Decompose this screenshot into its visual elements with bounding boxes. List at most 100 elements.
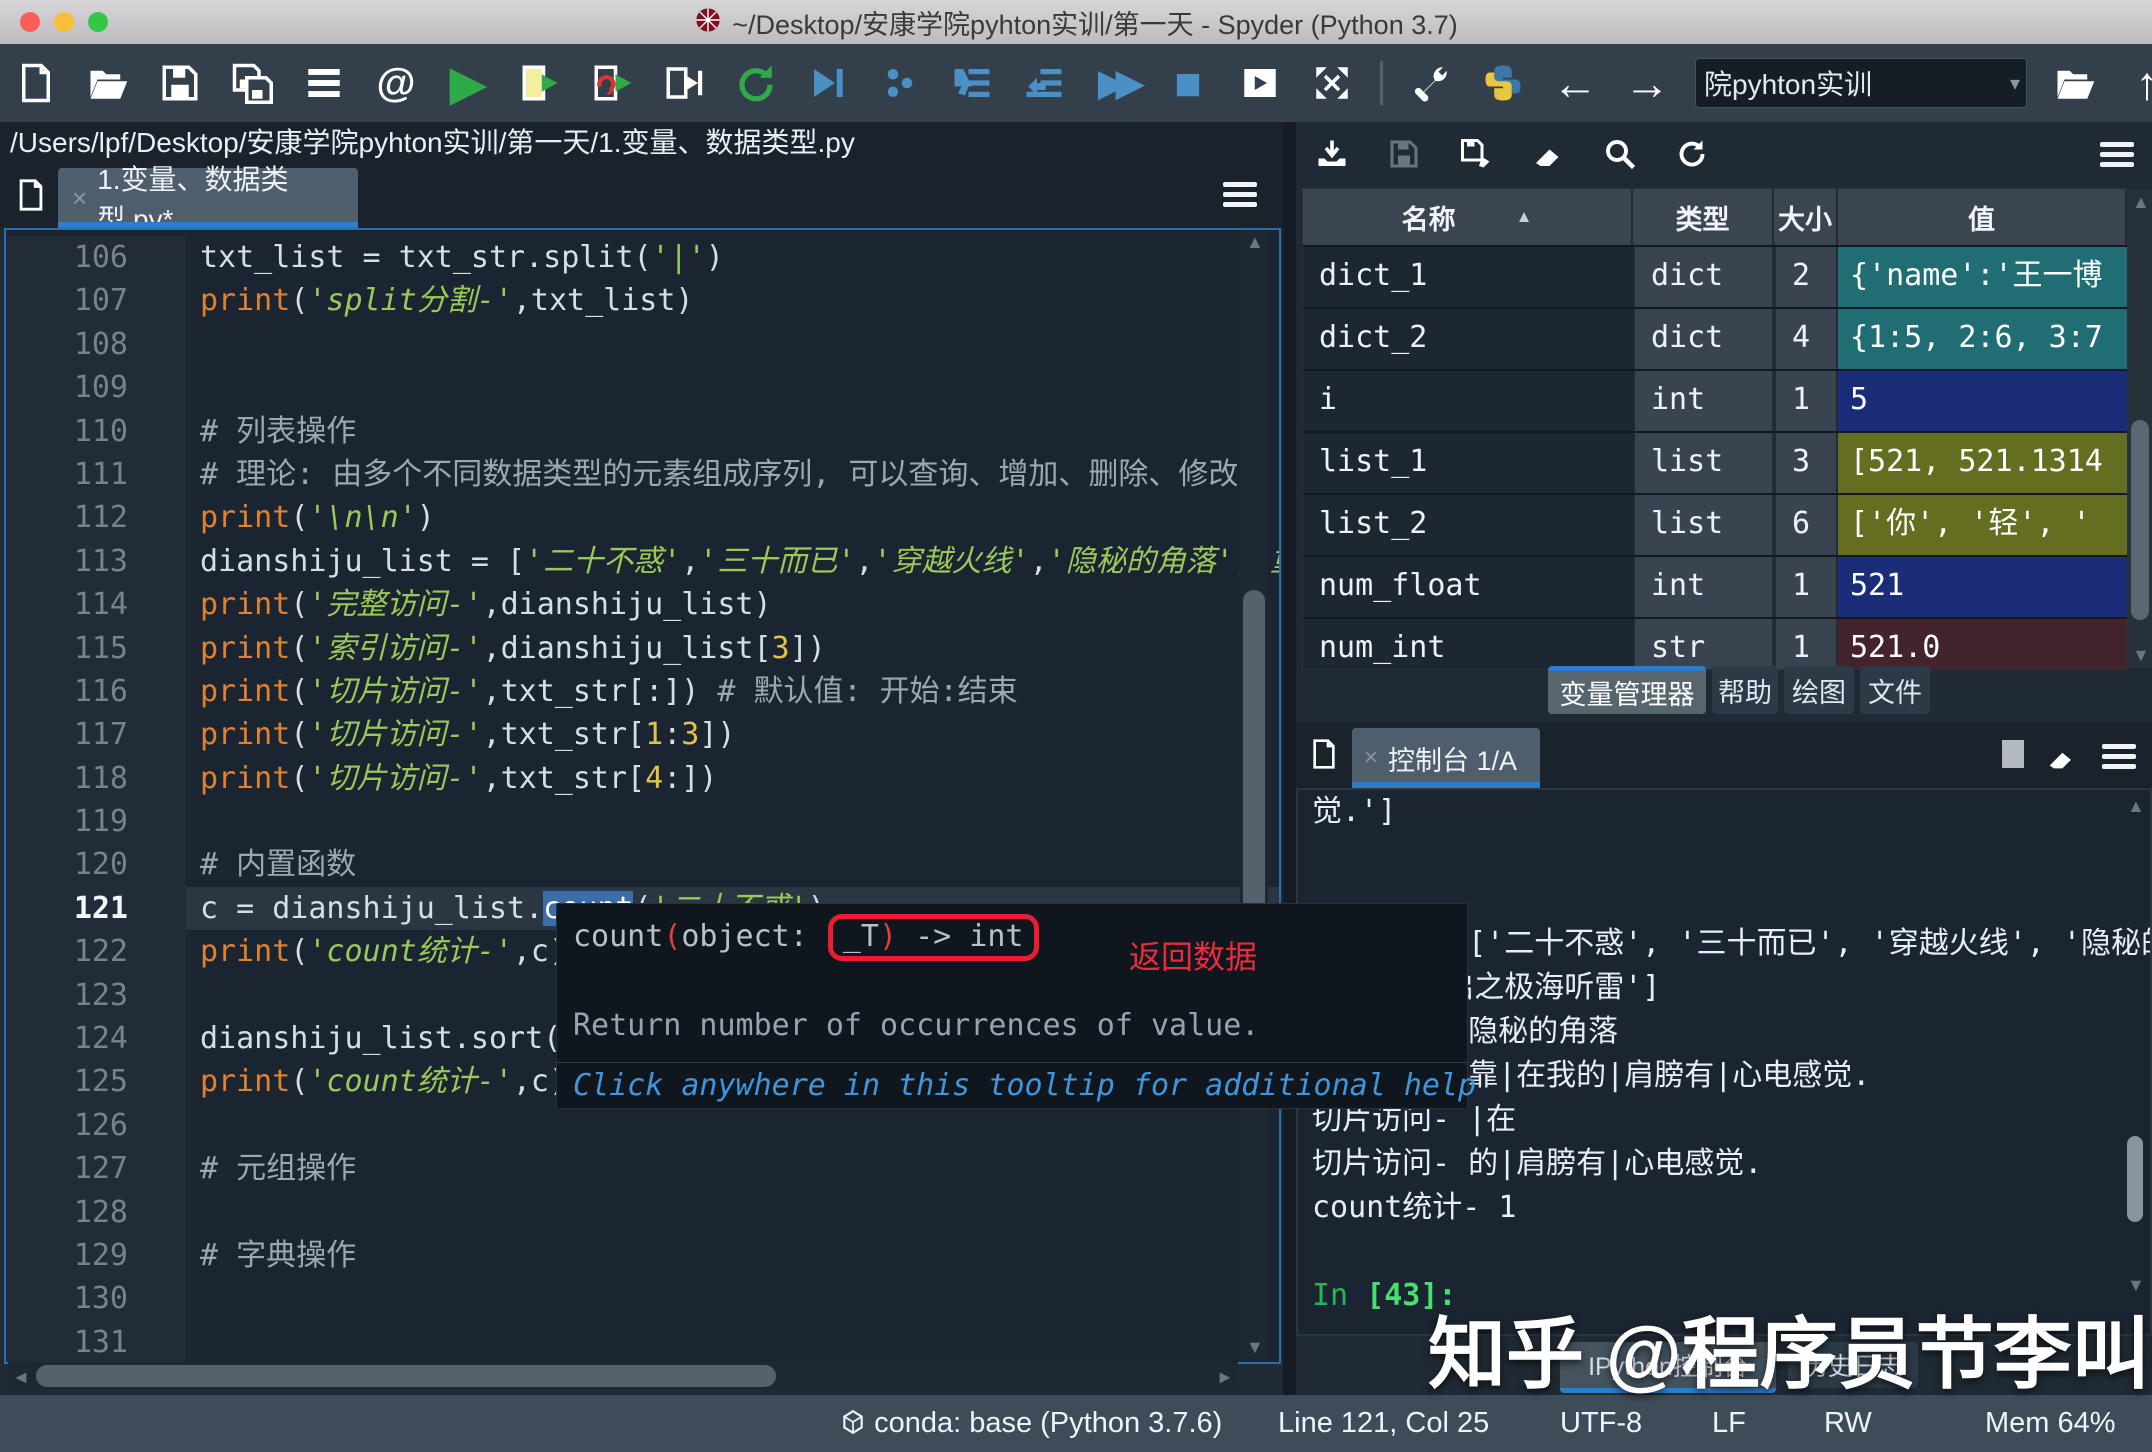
python-path-icon[interactable]: [1479, 55, 1527, 111]
scroll-down-icon[interactable]: ▼: [1246, 1337, 1264, 1358]
debug-step-icon[interactable]: [876, 55, 924, 111]
scroll-up-icon[interactable]: ▲: [2127, 796, 2145, 817]
variable-name-cell[interactable]: list_1: [1303, 433, 1633, 493]
variable-type-cell[interactable]: list: [1633, 495, 1774, 555]
variable-value-cell[interactable]: {'name':'王一博: [1838, 247, 2127, 307]
save-data-as-icon[interactable]: [1454, 130, 1498, 178]
console-scrollbar[interactable]: ▲ ▼: [2122, 796, 2148, 1296]
column-header-size[interactable]: 大小: [1774, 189, 1838, 245]
new-console-icon[interactable]: [1308, 738, 1340, 770]
scroll-right-icon[interactable]: ►: [1216, 1367, 1234, 1388]
variable-size-cell[interactable]: 2: [1774, 247, 1838, 307]
table-row[interactable]: num_floatint1521: [1303, 555, 2127, 617]
code-line-106[interactable]: 106txt_list = txt_str.split('|'): [6, 236, 1279, 279]
run-icon[interactable]: ▶: [444, 55, 492, 111]
restart-run-icon[interactable]: [732, 55, 780, 111]
open-dir-icon[interactable]: [2051, 55, 2099, 111]
fast-forward-icon[interactable]: ▶▶: [1092, 55, 1140, 111]
variable-name-cell[interactable]: i: [1303, 371, 1633, 431]
new-file-icon[interactable]: [12, 55, 60, 111]
code-line-112[interactable]: 112print('\n\n'): [6, 496, 1279, 539]
pane-splitter[interactable]: [1283, 122, 1296, 1395]
rerun-cell-icon[interactable]: [588, 55, 636, 111]
variable-type-cell[interactable]: list: [1633, 433, 1774, 493]
variable-scroll-thumb[interactable]: [2131, 420, 2149, 620]
find-symbols-icon[interactable]: @: [372, 55, 420, 111]
forward-arrow-icon[interactable]: →: [1623, 55, 1671, 111]
editor-horizontal-scrollbar[interactable]: ◄ ►: [8, 1362, 1238, 1390]
variable-size-cell[interactable]: 1: [1774, 557, 1838, 617]
code-line-114[interactable]: 114print('完整访问-',dianshiju_list): [6, 583, 1279, 626]
scroll-down-icon[interactable]: ▼: [2132, 645, 2150, 666]
tab-close-icon[interactable]: ×: [1364, 744, 1378, 772]
code-line-120[interactable]: 120# 内置函数: [6, 843, 1279, 886]
open-file-icon[interactable]: [84, 55, 132, 111]
remove-variables-icon[interactable]: [1526, 130, 1570, 178]
fullscreen-icon[interactable]: [1308, 55, 1356, 111]
variable-type-cell[interactable]: int: [1633, 371, 1774, 431]
debug-continue-icon[interactable]: [804, 55, 852, 111]
run-selection-icon[interactable]: [660, 55, 708, 111]
preferences-wrench-icon[interactable]: [1407, 55, 1455, 111]
table-row[interactable]: num_intstr1521.0: [1303, 617, 2127, 670]
variable-value-cell[interactable]: 521: [1838, 557, 2127, 617]
step-into-icon[interactable]: [948, 55, 996, 111]
code-line-119[interactable]: 119: [6, 800, 1279, 843]
variable-size-cell[interactable]: 4: [1774, 309, 1838, 369]
code-line-111[interactable]: 111# 理论: 由多个不同数据类型的元素组成序列, 可以查询、增加、删除、修改: [6, 453, 1279, 496]
editor-hscroll-thumb[interactable]: [36, 1365, 776, 1387]
variable-type-cell[interactable]: dict: [1633, 247, 1774, 307]
calltip-tooltip[interactable]: count(object: _T) -> int 返回数据 Return num…: [556, 903, 1468, 1109]
variable-value-cell[interactable]: {1:5, 2:6, 3:7: [1838, 309, 2127, 369]
table-row[interactable]: list_2list6['你', '轻', ': [1303, 493, 2127, 555]
variable-value-cell[interactable]: ['你', '轻', ': [1838, 495, 2127, 555]
code-line-110[interactable]: 110# 列表操作: [6, 410, 1279, 453]
search-variables-icon[interactable]: [1598, 130, 1642, 178]
variable-explorer-menu-icon[interactable]: [2100, 140, 2134, 170]
console-scroll-thumb[interactable]: [2127, 1136, 2143, 1222]
combo-dropdown-icon[interactable]: ▾: [2010, 71, 2020, 96]
variable-type-cell[interactable]: str: [1633, 619, 1774, 670]
editor-tab[interactable]: × 1.变量、数据类型.py*: [58, 168, 358, 228]
variable-name-cell[interactable]: dict_1: [1303, 247, 1633, 307]
scroll-left-icon[interactable]: ◄: [12, 1367, 30, 1388]
import-data-icon[interactable]: [1310, 130, 1354, 178]
variable-type-cell[interactable]: dict: [1633, 309, 1774, 369]
code-line-129[interactable]: 129# 字典操作: [6, 1234, 1279, 1277]
pane-tab-0[interactable]: 变量管理器: [1548, 666, 1706, 714]
column-header-name[interactable]: 名称▲: [1303, 189, 1633, 245]
tab-close-icon[interactable]: ×: [72, 183, 87, 214]
variable-name-cell[interactable]: list_2: [1303, 495, 1633, 555]
table-row[interactable]: dict_1dict2{'name':'王一博: [1303, 245, 2127, 307]
working-dir-combo[interactable]: ▾: [1695, 58, 2027, 108]
variable-size-cell[interactable]: 3: [1774, 433, 1838, 493]
variable-size-cell[interactable]: 1: [1774, 619, 1838, 670]
code-line-113[interactable]: 113dianshiju_list = ['二十不惑','三十而已','穿越火线…: [6, 540, 1279, 583]
console-tab[interactable]: × 控制台 1/A: [1352, 728, 1540, 788]
table-row[interactable]: iint15: [1303, 369, 2127, 431]
variable-table-scrollbar[interactable]: ▲ ▼: [2128, 190, 2152, 668]
variable-size-cell[interactable]: 1: [1774, 371, 1838, 431]
pane-tab-2[interactable]: 绘图: [1784, 666, 1854, 714]
maximize-pane-icon[interactable]: [1236, 55, 1284, 111]
interrupt-kernel-icon[interactable]: [2002, 740, 2024, 768]
editor-vscroll-thumb[interactable]: [1243, 590, 1265, 935]
code-line-127[interactable]: 127# 元组操作: [6, 1147, 1279, 1190]
code-editor[interactable]: 106txt_list = txt_str.split('|')107print…: [4, 228, 1281, 1364]
variable-name-cell[interactable]: dict_2: [1303, 309, 1633, 369]
code-line-109[interactable]: 109: [6, 366, 1279, 409]
tooltip-hint-link[interactable]: Click anywhere in this tooltip for addit…: [573, 1068, 1476, 1103]
variable-size-cell[interactable]: 6: [1774, 495, 1838, 555]
file-switcher-icon[interactable]: [300, 55, 348, 111]
variable-name-cell[interactable]: num_float: [1303, 557, 1633, 617]
table-row[interactable]: list_1list3[521, 521.1314: [1303, 431, 2127, 493]
clear-console-icon[interactable]: [2044, 740, 2078, 770]
save-icon[interactable]: [156, 55, 204, 111]
working-dir-input[interactable]: [1696, 66, 1986, 100]
code-line-107[interactable]: 107print('split分割-',txt_list): [6, 279, 1279, 322]
pane-tab-1[interactable]: 帮助: [1712, 666, 1778, 714]
run-cell-icon[interactable]: [516, 55, 564, 111]
save-data-icon[interactable]: [1382, 130, 1426, 178]
code-line-115[interactable]: 115print('索引访问-',dianshiju_list[3]): [6, 627, 1279, 670]
scroll-up-icon[interactable]: ▲: [2132, 192, 2150, 213]
